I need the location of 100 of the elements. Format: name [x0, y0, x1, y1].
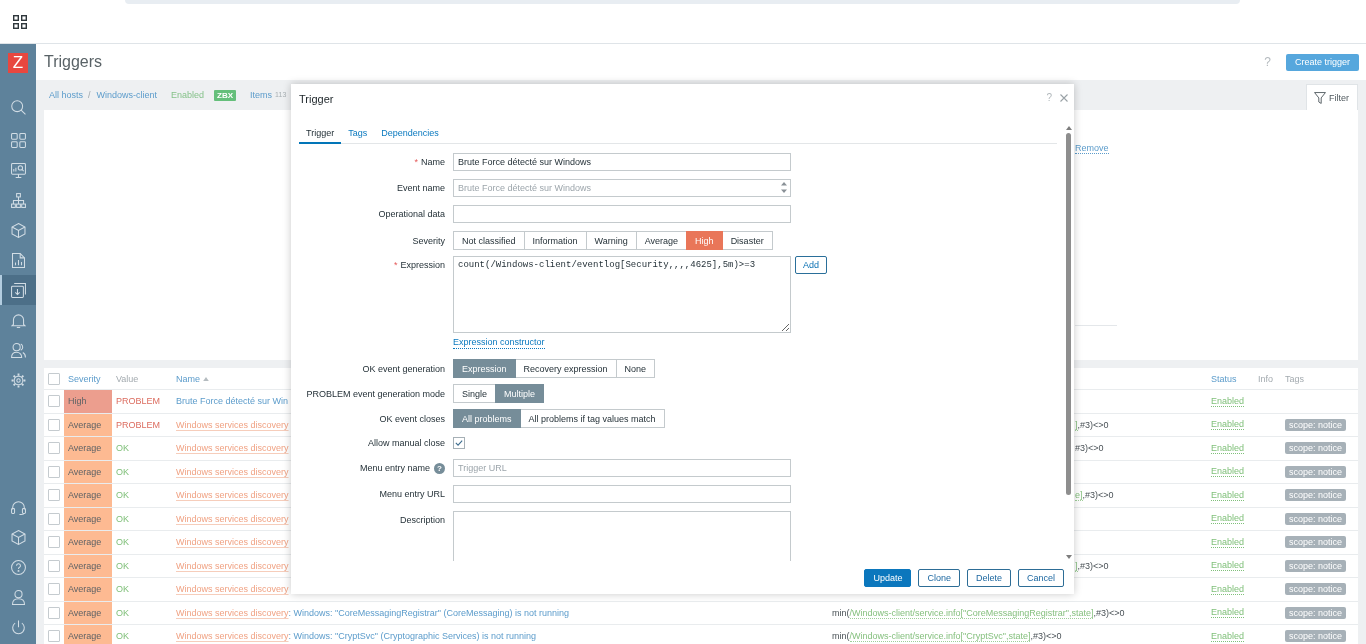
enable-toggle-link[interactable]: Enabled [1211, 607, 1245, 619]
row-checkbox[interactable] [48, 606, 60, 619]
value-text: PROBLEM [116, 419, 160, 430]
help-button[interactable]: ? [434, 462, 445, 474]
segment-option[interactable]: All problems [453, 409, 521, 428]
tag-badge: scope: notice [1285, 559, 1347, 572]
row-checkbox[interactable] [48, 536, 60, 549]
discovery-rule-link[interactable]: Windows services discovery [176, 584, 289, 595]
breadcrumb-link[interactable]: Windows-client [96, 89, 158, 101]
enable-toggle-link[interactable]: Enabled [1211, 560, 1245, 572]
trigger-name-link[interactable]: : Windows: "CoreMessagingRegistrar" (CoreMessaging) is not running [288, 607, 570, 618]
column-header-link[interactable]: Name [176, 373, 200, 384]
segment-option[interactable]: Disaster [721, 231, 773, 250]
logo[interactable]: Z [8, 53, 28, 73]
segment-option[interactable]: Multiple [495, 384, 545, 403]
enable-toggle-link[interactable]: Enabled [1211, 395, 1245, 407]
close-icon[interactable] [1060, 94, 1068, 102]
segment-option[interactable]: Single [453, 384, 497, 403]
segment-option[interactable]: Recovery expression [514, 359, 617, 378]
severity-cell: High [64, 390, 112, 413]
text-field[interactable]: Trigger URL [453, 459, 791, 477]
enable-toggle-link[interactable]: Enabled [1211, 466, 1245, 478]
discovery-rule-link[interactable]: Windows services discovery [176, 419, 289, 430]
segment-option[interactable]: None [615, 359, 656, 378]
discovery-rule-link[interactable]: Windows services discovery [176, 607, 289, 618]
row-checkbox[interactable] [48, 559, 60, 572]
discovery-rule-link[interactable]: Windows services discovery [176, 631, 289, 642]
enable-toggle-link[interactable]: Enabled [1211, 513, 1245, 525]
discovery-rule-link[interactable]: Windows services discovery [176, 443, 289, 454]
discovery-rule-link[interactable]: Windows services discovery [176, 466, 289, 477]
row-checkbox[interactable] [48, 442, 60, 455]
row-checkbox[interactable] [48, 630, 60, 643]
row-checkbox[interactable] [48, 512, 60, 525]
segment-option[interactable]: Average [635, 231, 688, 250]
segment-option[interactable]: Warning [585, 231, 637, 250]
item-key-link[interactable]: /Windows-client/service.info["CryptSvc",state] [849, 631, 1031, 643]
enable-toggle-link[interactable]: Enabled [1211, 630, 1245, 642]
expression-field[interactable]: count(/Windows-client/eventlog[Security,,,,4625],5m)>=3 [453, 256, 791, 333]
scroll-up-icon[interactable] [1065, 126, 1072, 130]
text-field[interactable]: Brute Force détecté sur Windows [453, 179, 791, 197]
row-checkbox[interactable] [48, 489, 60, 502]
nav-button[interactable] [0, 275, 36, 305]
item-key-link[interactable]: /Windows-client/service.info["CoreMessagingRegistrar",state] [849, 607, 1094, 619]
hierarchy-icon [10, 192, 26, 208]
scroll-down-icon[interactable] [1065, 555, 1072, 559]
enable-toggle-link[interactable]: Enabled [1211, 419, 1245, 431]
item-key-link[interactable]: ] [1075, 419, 1078, 431]
secondary-button[interactable]: Clone [918, 569, 960, 587]
textarea-field[interactable] [453, 511, 791, 561]
create-trigger-button[interactable]: Create trigger [1285, 53, 1359, 71]
text-field[interactable] [453, 205, 791, 223]
discovery-rule-link[interactable]: Windows services discovery [176, 560, 289, 571]
segment-option[interactable]: Not classified [453, 231, 525, 250]
row-checkbox[interactable] [48, 395, 60, 408]
text-field[interactable]: Brute Force détecté sur Windows [453, 153, 791, 171]
enable-toggle-link[interactable]: Enabled [1211, 442, 1245, 454]
tag-badge: scope: notice [1285, 512, 1347, 525]
item-key-link[interactable]: ] [1075, 560, 1078, 572]
item-key-link[interactable]: e] [1075, 490, 1083, 502]
items-link[interactable]: Items [250, 89, 273, 101]
help-link[interactable]: ? [1264, 55, 1271, 69]
column-header-link[interactable]: Status [1211, 373, 1237, 384]
filter-tab[interactable]: Filter [1306, 84, 1358, 110]
enable-toggle-link[interactable]: Enabled [1211, 536, 1245, 548]
segment-option[interactable]: High [686, 231, 723, 250]
column-header-link[interactable]: Severity [68, 373, 101, 384]
enable-toggle-link[interactable]: Enabled [1211, 489, 1245, 501]
segment-option[interactable]: Expression [453, 359, 516, 378]
trigger-name-link[interactable]: : Windows: "CryptSvc" (Cryptographic Services) is not running [288, 631, 536, 642]
help-icon [10, 559, 26, 575]
remove-link[interactable]: Remove [1075, 143, 1109, 154]
trigger-expression: ],#3)<>0 [1075, 560, 1109, 571]
checkbox[interactable] [453, 437, 465, 449]
row-checkbox[interactable] [48, 583, 60, 596]
secondary-button[interactable]: Delete [966, 569, 1011, 587]
secondary-button[interactable]: Cancel [1018, 569, 1064, 587]
enable-toggle-link[interactable]: Enabled [1211, 583, 1245, 595]
scroll-arrows-icon[interactable] [781, 182, 787, 193]
add-button[interactable]: Add [795, 256, 827, 274]
dialog-tab[interactable]: Dependencies [374, 124, 446, 144]
select-all-checkbox[interactable] [48, 372, 60, 385]
expression-constructor-link[interactable]: Expression constructor [453, 337, 545, 349]
row-checkbox[interactable] [48, 465, 60, 478]
text-field[interactable] [453, 485, 791, 503]
tag-badge: scope: notice [1285, 489, 1347, 502]
dialog-tab[interactable]: Tags [341, 124, 375, 144]
discovery-rule-link[interactable]: Windows services discovery [176, 537, 289, 548]
discovery-rule-link[interactable]: Windows services discovery [176, 513, 289, 524]
segment-option[interactable]: Information [523, 231, 587, 250]
row-checkbox[interactable] [48, 418, 60, 431]
segment-option[interactable]: All problems if tag values match [519, 409, 665, 428]
dialog-help-link[interactable]: ? [1046, 92, 1052, 103]
dialog-title: Trigger [299, 92, 335, 106]
trigger-name-link[interactable]: Brute Force détecté sur Win [176, 396, 289, 407]
dialog-tab[interactable]: Trigger [299, 124, 342, 144]
discovery-rule-link[interactable]: Windows services discovery [176, 490, 289, 501]
breadcrumb-link[interactable]: All hosts [49, 89, 83, 101]
apps-grid-icon[interactable] [13, 14, 27, 29]
scrollbar-thumb[interactable] [1066, 133, 1071, 495]
primary-button[interactable]: Update [864, 569, 912, 587]
